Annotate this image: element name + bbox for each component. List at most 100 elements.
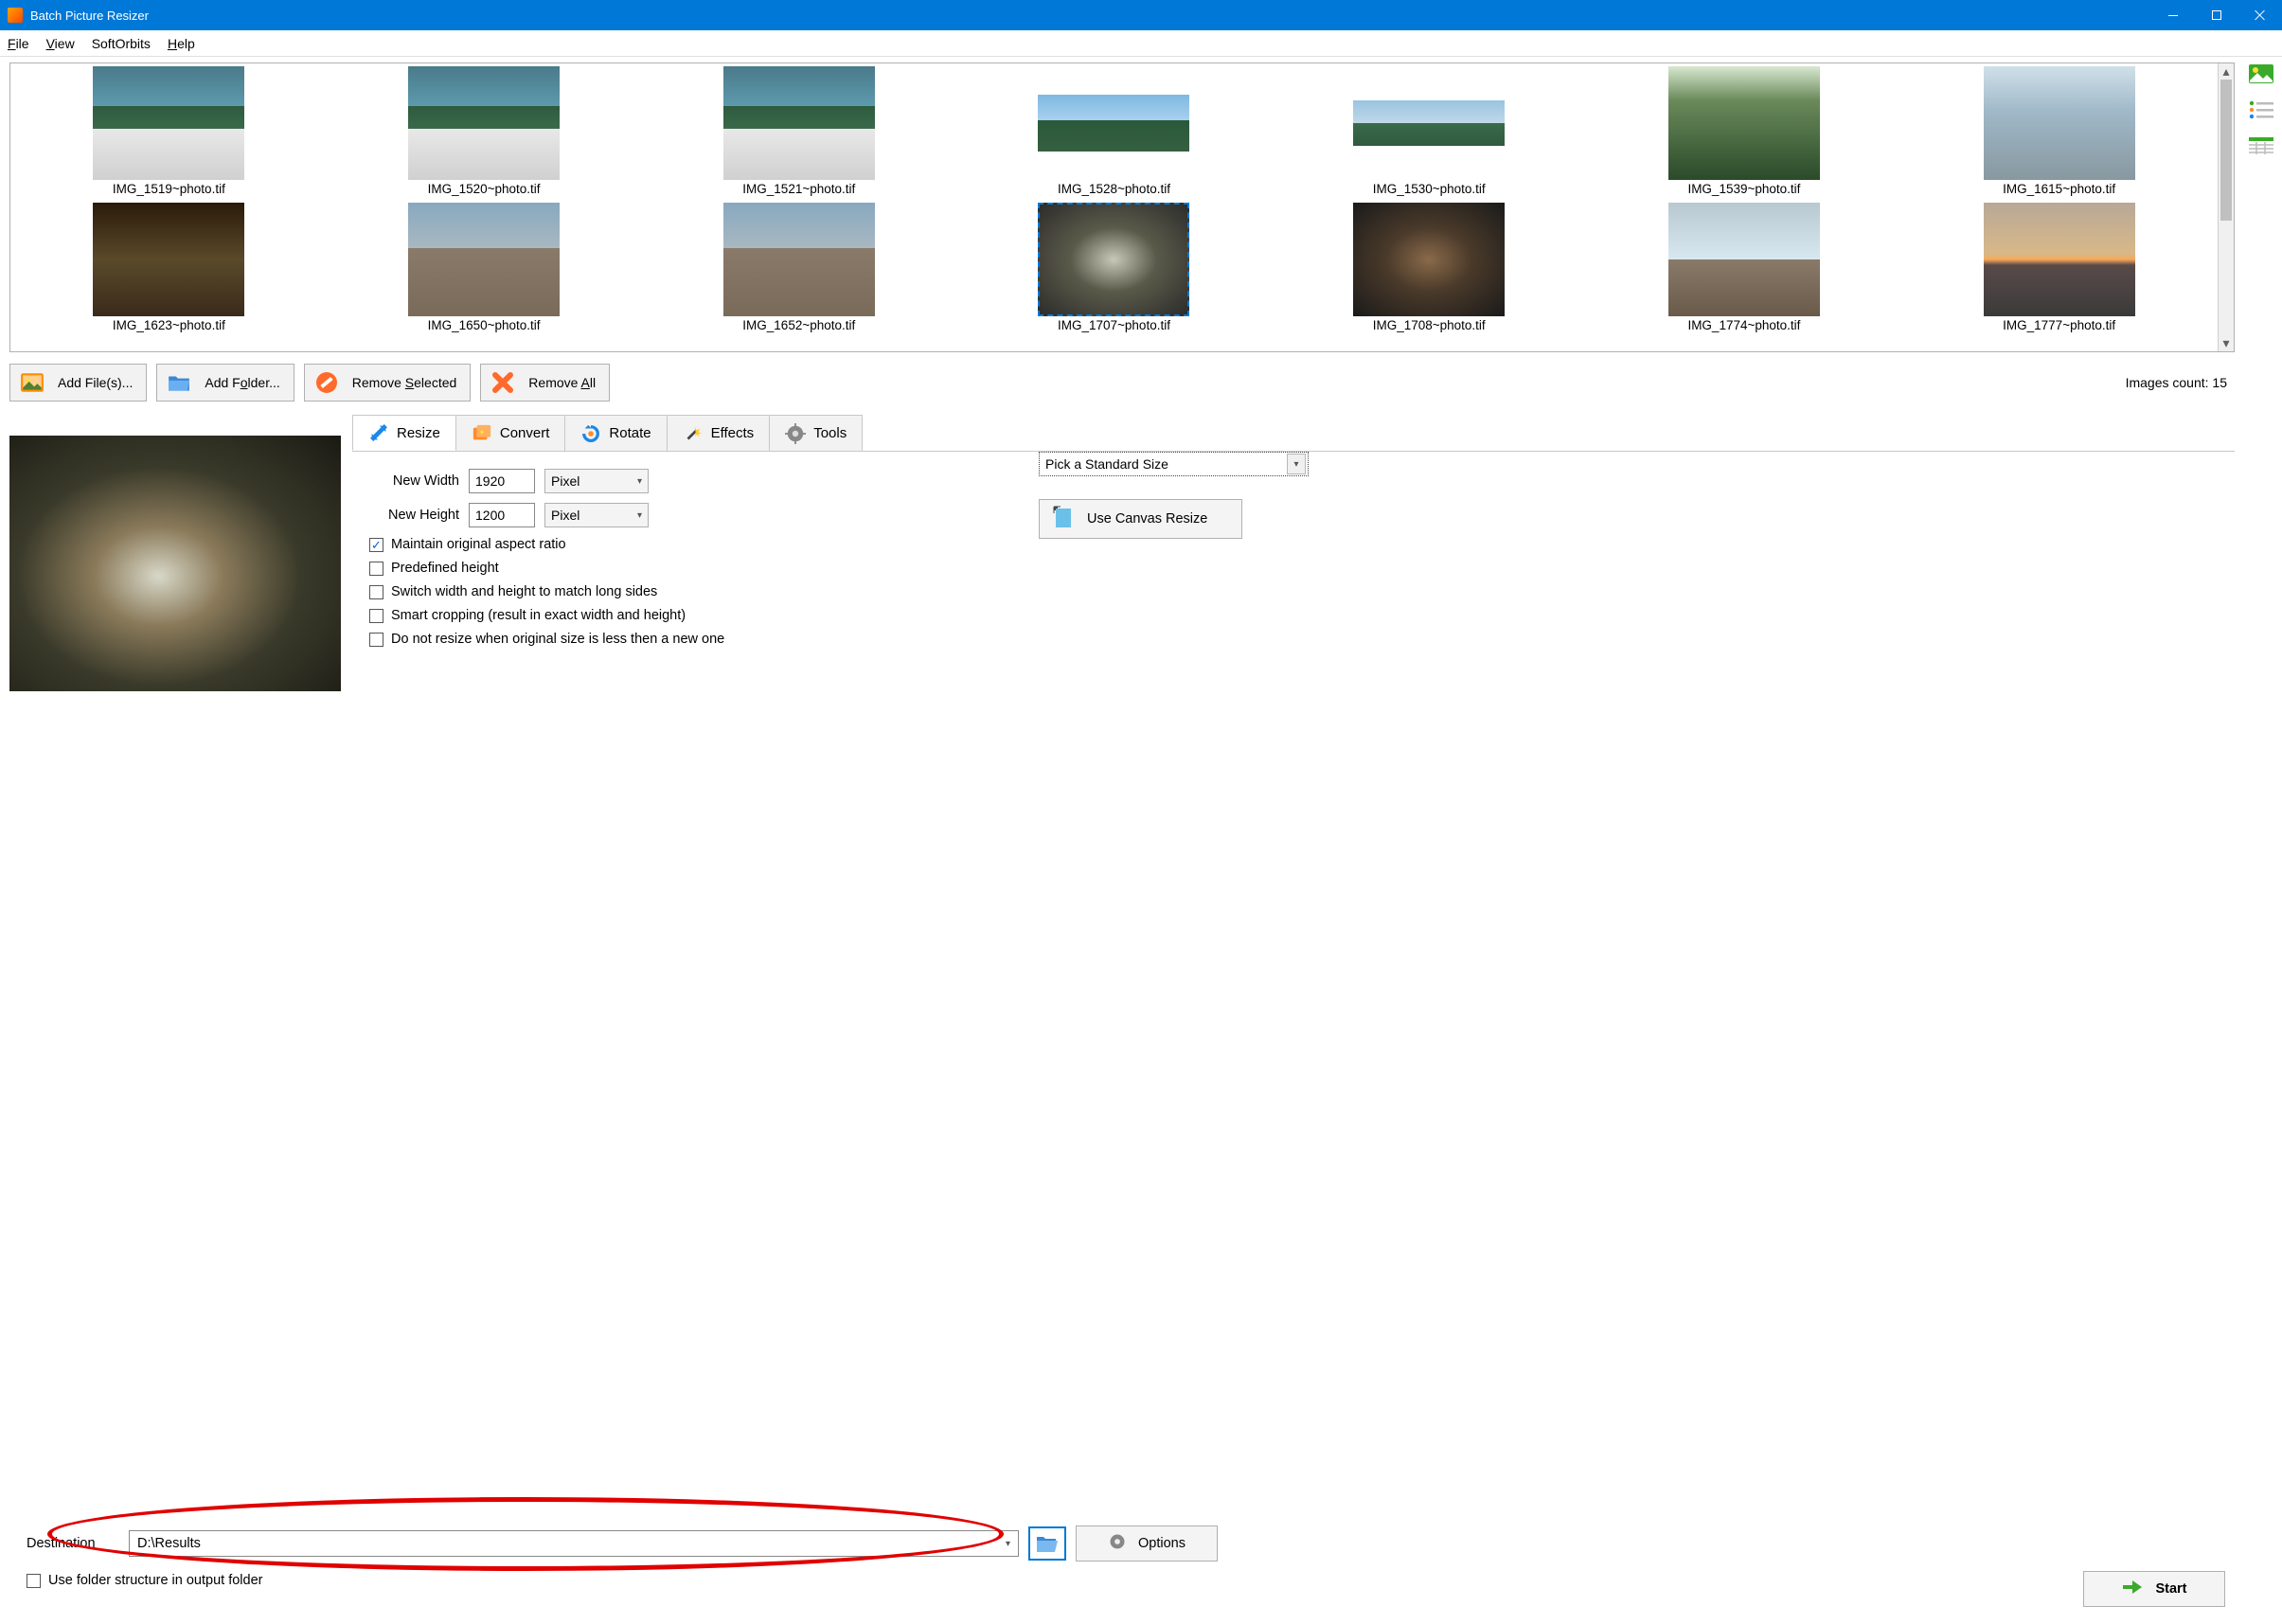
tab-convert[interactable]: Convert xyxy=(455,415,566,451)
chevron-down-icon: ▾ xyxy=(1006,1539,1010,1549)
folder-structure-checkbox[interactable] xyxy=(27,1574,41,1588)
thumbnail-item[interactable]: IMG_1521~photo.tif xyxy=(643,66,954,199)
options-button[interactable]: Options xyxy=(1076,1526,1218,1562)
resize-panel: New Width Pixel ▾ New Height Pixel ▾ xyxy=(352,452,2235,659)
thumbnail-filename: IMG_1623~photo.tif xyxy=(113,316,225,335)
thumbnail-item[interactable]: IMG_1623~photo.tif xyxy=(13,203,325,335)
bottom-bar: Destination D:\Results ▾ Options xyxy=(9,1522,2235,1616)
add-folder-button[interactable]: Add Folder... xyxy=(156,364,294,402)
thumbnail-filename: IMG_1707~photo.tif xyxy=(1058,316,1170,335)
thumbnail-item[interactable]: IMG_1777~photo.tif xyxy=(1903,203,2215,335)
remove-selected-button[interactable]: Remove Selected xyxy=(304,364,472,402)
view-details-button[interactable] xyxy=(2247,134,2275,157)
remove-all-icon xyxy=(490,372,515,393)
start-arrow-icon xyxy=(2121,1579,2144,1599)
canvas-resize-button[interactable]: Use Canvas Resize xyxy=(1039,499,1242,539)
new-width-input[interactable] xyxy=(469,469,535,493)
canvas-icon xyxy=(1053,506,1074,532)
predefined-height-checkbox[interactable] xyxy=(369,562,383,576)
view-thumbnails-button[interactable] xyxy=(2247,62,2275,85)
browse-folder-button[interactable] xyxy=(1028,1526,1066,1561)
height-unit-select[interactable]: Pixel ▾ xyxy=(544,503,649,527)
thumbnail-image xyxy=(93,66,244,180)
thumbnail-filename: IMG_1521~photo.tif xyxy=(742,180,855,199)
destination-input[interactable]: D:\Results ▾ xyxy=(129,1530,1019,1557)
canvas-resize-label: Use Canvas Resize xyxy=(1087,511,1207,526)
preview-image xyxy=(9,436,341,691)
add-files-label: Add File(s)... xyxy=(58,375,133,390)
menu-view[interactable]: View xyxy=(46,36,75,51)
menu-bar: File View SoftOrbits Help xyxy=(0,30,2282,57)
thumbnail-item[interactable]: IMG_1519~photo.tif xyxy=(13,66,325,199)
start-label: Start xyxy=(2155,1581,2186,1597)
options-label: Options xyxy=(1138,1536,1186,1551)
thumbnail-item[interactable]: IMG_1528~photo.tif xyxy=(958,66,1270,199)
close-button[interactable] xyxy=(2238,0,2282,30)
thumbnail-filename: IMG_1652~photo.tif xyxy=(742,316,855,335)
start-button[interactable]: Start xyxy=(2083,1571,2225,1607)
remove-icon xyxy=(314,372,339,393)
add-files-button[interactable]: Add File(s)... xyxy=(9,364,147,402)
new-height-input[interactable] xyxy=(469,503,535,527)
remove-all-button[interactable]: Remove All xyxy=(480,364,610,402)
thumbnail-filename: IMG_1519~photo.tif xyxy=(113,180,225,199)
thumbnail-image xyxy=(408,203,560,316)
view-mode-bar xyxy=(2240,57,2282,1624)
aspect-ratio-checkbox[interactable] xyxy=(369,538,383,552)
new-width-label: New Width xyxy=(369,473,459,489)
tools-icon xyxy=(785,423,806,444)
tab-rotate[interactable]: Rotate xyxy=(564,415,667,451)
smart-crop-checkbox[interactable] xyxy=(369,609,383,623)
effects-icon xyxy=(683,423,704,444)
thumbnail-item[interactable]: IMG_1539~photo.tif xyxy=(1589,66,1900,199)
convert-icon xyxy=(472,423,492,444)
tab-convert-label: Convert xyxy=(500,425,550,441)
tab-resize-label: Resize xyxy=(397,425,440,441)
thumbnail-filename: IMG_1539~photo.tif xyxy=(1687,180,1800,199)
menu-softorbits[interactable]: SoftOrbits xyxy=(92,36,151,51)
thumbnail-filename: IMG_1528~photo.tif xyxy=(1058,180,1170,199)
destination-value: D:\Results xyxy=(137,1536,201,1551)
gear-icon xyxy=(1108,1532,1127,1555)
thumbnail-filename: IMG_1708~photo.tif xyxy=(1373,316,1486,335)
aspect-ratio-label: Maintain original aspect ratio xyxy=(391,537,566,552)
switch-wh-checkbox[interactable] xyxy=(369,585,383,599)
thumbnail-image xyxy=(1668,203,1820,316)
no-upscale-checkbox[interactable] xyxy=(369,633,383,647)
remove-all-label: Remove All xyxy=(528,375,596,390)
thumbnail-item[interactable]: IMG_1652~photo.tif xyxy=(643,203,954,335)
thumbnail-item[interactable]: IMG_1615~photo.tif xyxy=(1903,66,2215,199)
tab-resize[interactable]: Resize xyxy=(352,415,456,451)
maximize-button[interactable] xyxy=(2195,0,2238,30)
standard-size-select[interactable]: Pick a Standard Size ▾ xyxy=(1039,452,1309,476)
rotate-icon xyxy=(580,423,601,444)
thumbnail-image xyxy=(1038,203,1189,316)
thumbnail-item[interactable]: IMG_1707~photo.tif xyxy=(958,203,1270,335)
menu-file[interactable]: File xyxy=(8,36,29,51)
thumbnail-image xyxy=(723,66,875,180)
thumbnail-item[interactable]: IMG_1708~photo.tif xyxy=(1274,203,1585,335)
thumbnail-scrollbar[interactable]: ▴ ▾ xyxy=(2218,63,2234,351)
tab-tools[interactable]: Tools xyxy=(769,415,863,451)
thumbnail-item[interactable]: IMG_1774~photo.tif xyxy=(1589,203,1900,335)
no-upscale-label: Do not resize when original size is less… xyxy=(391,632,724,647)
menu-help[interactable]: Help xyxy=(168,36,195,51)
thumbnail-item[interactable]: IMG_1520~photo.tif xyxy=(329,66,640,199)
tab-effects[interactable]: Effects xyxy=(667,415,771,451)
thumbnail-filename: IMG_1530~photo.tif xyxy=(1373,180,1486,199)
tabs-bar: Resize Convert Rotate Effects xyxy=(352,415,2235,452)
thumbnail-item[interactable]: IMG_1650~photo.tif xyxy=(329,203,640,335)
window-title: Batch Picture Resizer xyxy=(30,9,2151,23)
width-unit-select[interactable]: Pixel ▾ xyxy=(544,469,649,493)
predefined-height-label: Predefined height xyxy=(391,561,499,576)
app-icon xyxy=(8,8,23,23)
preview-panel xyxy=(9,415,341,1522)
thumbnail-item[interactable]: IMG_1530~photo.tif xyxy=(1274,66,1585,199)
minimize-button[interactable] xyxy=(2151,0,2195,30)
standard-size-value: Pick a Standard Size xyxy=(1045,456,1168,472)
view-list-button[interactable] xyxy=(2247,98,2275,121)
images-count: Images count: 15 xyxy=(2126,375,2235,390)
scroll-down-icon[interactable]: ▾ xyxy=(2219,335,2234,351)
folder-structure-label: Use folder structure in output folder xyxy=(48,1573,262,1588)
scroll-up-icon[interactable]: ▴ xyxy=(2219,63,2234,80)
